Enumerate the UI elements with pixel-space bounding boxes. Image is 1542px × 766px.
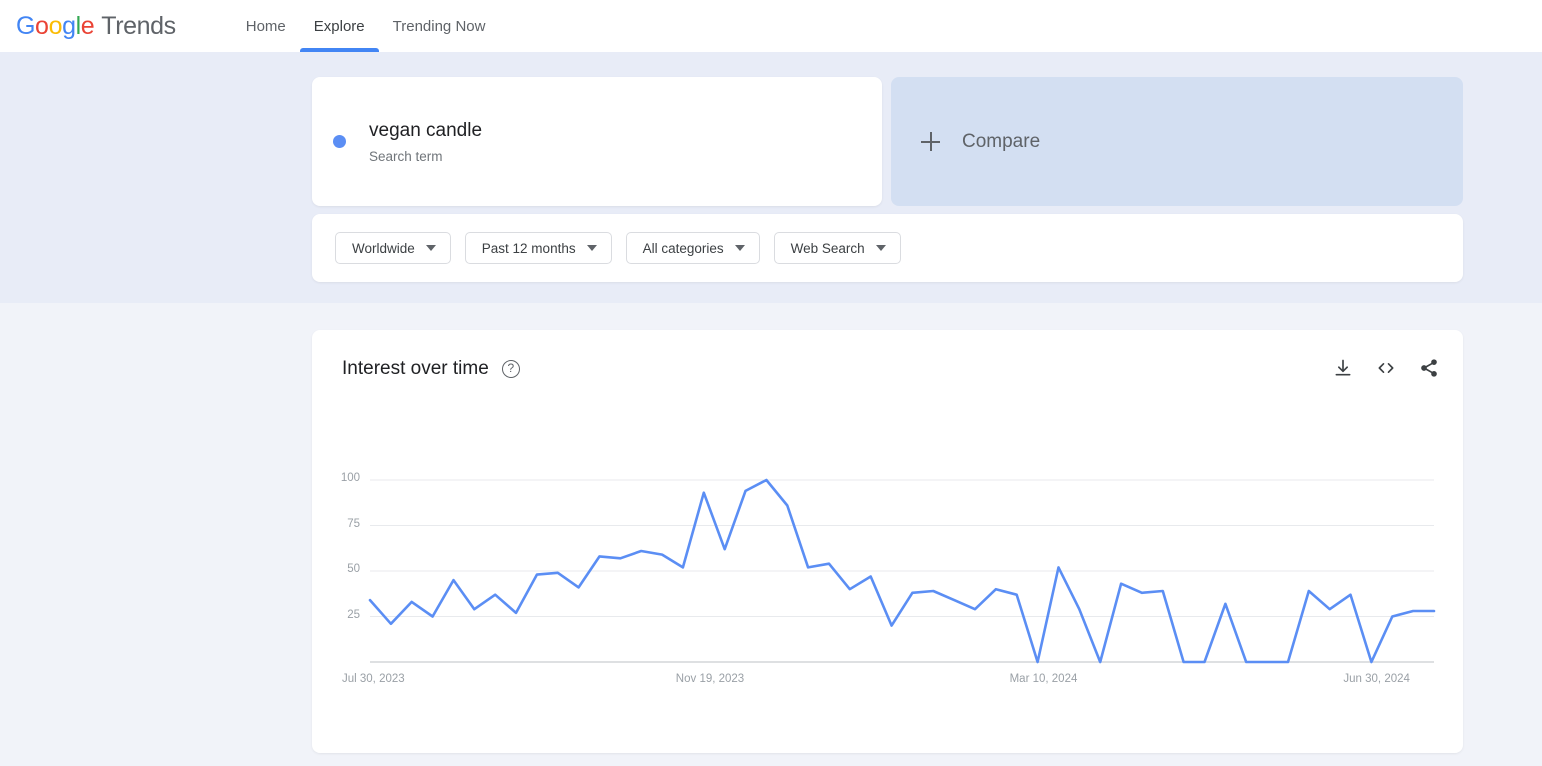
x-axis-tick-label: Jul 30, 2023 <box>342 673 405 685</box>
y-axis-tick-label: 25 <box>347 608 360 621</box>
chevron-down-icon <box>586 245 597 251</box>
logo-word-trends: Trends <box>101 11 176 40</box>
y-axis-tick-label: 50 <box>347 563 360 575</box>
y-axis-tick-label: 100 <box>340 472 360 484</box>
filter-category[interactable]: All categories <box>625 232 760 264</box>
logo-letter-g: G <box>16 11 36 40</box>
search-term-card[interactable]: vegan candle Search term <box>312 77 882 206</box>
logo-letter-g2: g <box>62 11 76 40</box>
filter-time-range[interactable]: Past 12 months <box>464 232 612 264</box>
filter-category-label: All categories <box>642 240 724 256</box>
chevron-down-icon <box>425 245 436 251</box>
nav-tab-explore[interactable]: Explore <box>299 0 379 52</box>
series-color-dot-icon <box>333 135 346 148</box>
chart-svg <box>368 478 1436 664</box>
filter-search-type[interactable]: Web Search <box>773 232 901 264</box>
chevron-down-icon <box>875 245 886 251</box>
logo-letter-o1: o <box>35 11 49 40</box>
y-axis-tick-label: 75 <box>347 517 360 530</box>
filter-time-range-label: Past 12 months <box>481 240 576 256</box>
query-row: vegan candle Search term Compare <box>312 77 1463 206</box>
logo-letter-e: e <box>80 11 95 40</box>
google-trends-logo[interactable]: Google Trends <box>16 12 176 41</box>
top-navigation-bar: Google Trends Home Explore Trending Now <box>0 0 1542 52</box>
search-term-value: vegan candle <box>369 120 483 141</box>
chevron-down-icon <box>734 245 745 251</box>
filter-search-type-label: Web Search <box>790 240 865 256</box>
nav-tabs: Home Explore Trending Now <box>232 0 500 52</box>
logo-letter-o2: o <box>48 11 63 40</box>
x-axis-tick-label: Nov 19, 2023 <box>675 673 745 685</box>
compare-label: Compare <box>962 130 1041 152</box>
filter-location-label: Worldwide <box>352 240 415 256</box>
x-axis-tick-label: Mar 10, 2024 <box>1009 673 1078 685</box>
compare-button[interactable]: Compare <box>891 77 1463 206</box>
x-axis-tick-label: Jun 30, 2024 <box>1343 673 1410 685</box>
nav-tab-home[interactable]: Home <box>232 0 300 52</box>
filter-bar: Worldwide Past 12 months All categories … <box>312 214 1463 282</box>
filter-location[interactable]: Worldwide <box>335 232 451 264</box>
interest-over-time-card: Interest over time ? 25 50 75 100 Jul 30, 2 <box>312 330 1463 753</box>
interest-over-time-chart: 25 50 75 100 Jul 30, 2023 Nov 19, 2023 Mar 10… <box>312 330 1463 753</box>
plus-icon <box>921 132 940 151</box>
search-term-type: Search term <box>369 149 443 164</box>
search-term-text: vegan candle Search term <box>369 119 482 164</box>
nav-tab-trending-now[interactable]: Trending Now <box>379 0 500 52</box>
